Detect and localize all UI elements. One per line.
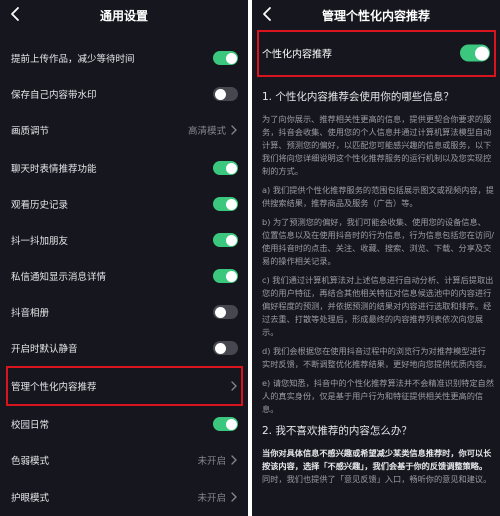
color-weak-value: 未开启 (197, 456, 226, 467)
row-label: 色弱模式 (11, 456, 50, 467)
default-mute-toggle[interactable] (213, 341, 238, 355)
bold-text: 当你对具体信息不感兴趣或希望减少某类信息推荐时，你可以长按该内容，选择「不感兴趣… (262, 448, 492, 471)
eye-care-value: 未开启 (197, 493, 226, 504)
row-label: 画质调节 (11, 126, 50, 137)
settings-row-message-details[interactable]: 私信通知显示消息详情 (0, 262, 248, 290)
chevron-right-icon (230, 125, 238, 135)
recommendation-explanation: 1. 个性化内容推荐会使用你的哪些信息？ 为了向你展示、推荐相关性更高的信息，提… (262, 90, 494, 492)
paragraph: e) 请您知悉，抖音中的个性化推荐算法并不会精准识别特定自然人的真实身份，仅是基… (262, 378, 494, 414)
settings-row-color-weak[interactable]: 色弱模式 未开启 (0, 446, 248, 474)
toggle-knob (225, 270, 237, 282)
settings-row-quality[interactable]: 画质调节 高清模式 (0, 116, 248, 144)
toggle-knob (225, 52, 237, 64)
paragraph: b) 为了预测您的偏好，我们可能会收集、使用您的设备信息、位置信息以及在使用抖音… (262, 217, 495, 266)
emoji-recommend-toggle[interactable] (213, 161, 238, 175)
quality-value: 高清模式 (187, 126, 226, 137)
toggle-knob (214, 342, 226, 354)
toggle-knob (214, 88, 226, 100)
history-toggle[interactable] (213, 197, 238, 211)
section-title: 2. 我不喜欢推荐的内容怎么办？ (262, 425, 412, 437)
watermark-toggle[interactable] (213, 87, 238, 101)
settings-row-shake-friends[interactable]: 抖一抖加朋友 (0, 226, 248, 254)
paragraph: c) 我们通过计算机算法对上述信息进行自动分析、计算后提取出您的用户特征，再结合… (262, 275, 494, 337)
row-label: 校园日常 (11, 420, 50, 431)
settings-row-history[interactable]: 观看历史记录 (0, 190, 248, 218)
toggle-knob (225, 162, 237, 174)
general-settings-screen: 通用设置 提前上传作品，减少等待时间 保存自己内容带水印 画质调节 高清模式 聊… (0, 0, 248, 516)
toggle-knob (225, 234, 237, 246)
row-label: 提前上传作品，减少等待时间 (11, 54, 135, 65)
settings-row-default-mute[interactable]: 开启时默认静音 (0, 334, 248, 362)
settings-row-upload-early[interactable]: 提前上传作品，减少等待时间 (0, 44, 248, 72)
settings-row-eye-care[interactable]: 护眼模式 未开启 (0, 483, 248, 511)
toggle-knob (225, 418, 237, 430)
row-label: 个性化内容推荐 (262, 49, 332, 61)
settings-row-campus[interactable]: 校园日常 (0, 410, 248, 438)
row-label: 护眼模式 (11, 493, 50, 504)
toggle-knob (214, 306, 226, 318)
row-label: 观看历史记录 (11, 200, 69, 211)
toggle-knob (474, 46, 489, 60)
campus-toggle[interactable] (213, 417, 238, 431)
row-label: 聊天时表情推荐功能 (11, 164, 97, 175)
page-title: 通用设置 (99, 9, 148, 23)
toggle-knob (225, 198, 237, 210)
personalized-recommendation-toggle[interactable] (460, 44, 490, 62)
row-label: 保存自己内容带水印 (11, 90, 97, 101)
paragraph: 为了向你展示、推荐相关性更高的信息，提供更契合你要求的服务，抖音会收集、使用您的… (262, 114, 492, 176)
chevron-right-icon (230, 455, 238, 465)
personalized-recommendation-screen: 管理个性化内容推荐 个性化内容推荐 1. 个性化内容推荐会使用你的哪些信息？ 为… (252, 0, 500, 516)
personalized-recommendation-row[interactable]: 个性化内容推荐 (252, 36, 500, 70)
row-label: 私信通知显示消息详情 (11, 272, 107, 283)
row-label: 抖一抖加朋友 (11, 236, 69, 247)
settings-row-watermark[interactable]: 保存自己内容带水印 (0, 80, 248, 108)
settings-row-personalized-recommendation[interactable]: 管理个性化内容推荐 (0, 372, 248, 400)
paragraph: 当你对具体信息不感兴趣或希望减少某类信息推荐时，你可以长按该内容，选择「不感兴趣… (262, 447, 494, 486)
settings-row-album[interactable]: 抖音相册 (0, 298, 248, 326)
regular-text: 同时，我们也提供了「意见反馈」入口，畅听你的意见和建议。 (262, 474, 492, 484)
page-title: 管理个性化内容推荐 (321, 9, 430, 23)
row-label: 管理个性化内容推荐 (11, 382, 97, 393)
row-label: 抖音相册 (11, 308, 50, 319)
row-label: 开启时默认静音 (11, 344, 78, 355)
paragraph: a) 我们提供个性化推荐服务的范围包括展示图文或视频内容，提供搜索结果，推荐商品… (262, 185, 494, 208)
album-toggle[interactable] (213, 305, 238, 319)
settings-row-emoji-recommend[interactable]: 聊天时表情推荐功能 (0, 154, 248, 182)
message-details-toggle[interactable] (213, 269, 238, 283)
paragraph: d) 我们会根据您在使用抖音过程中的浏览行为对推荐模型进行实时反馈，不断调整优化… (262, 346, 492, 369)
upload-early-toggle[interactable] (213, 51, 238, 65)
section-title: 1. 个性化内容推荐会使用你的哪些信息？ (262, 91, 454, 103)
chevron-right-icon (230, 381, 238, 391)
navbar: 管理个性化内容推荐 (252, 0, 500, 30)
chevron-right-icon (230, 492, 238, 502)
shake-friends-toggle[interactable] (213, 233, 238, 247)
navbar: 通用设置 (0, 0, 248, 30)
